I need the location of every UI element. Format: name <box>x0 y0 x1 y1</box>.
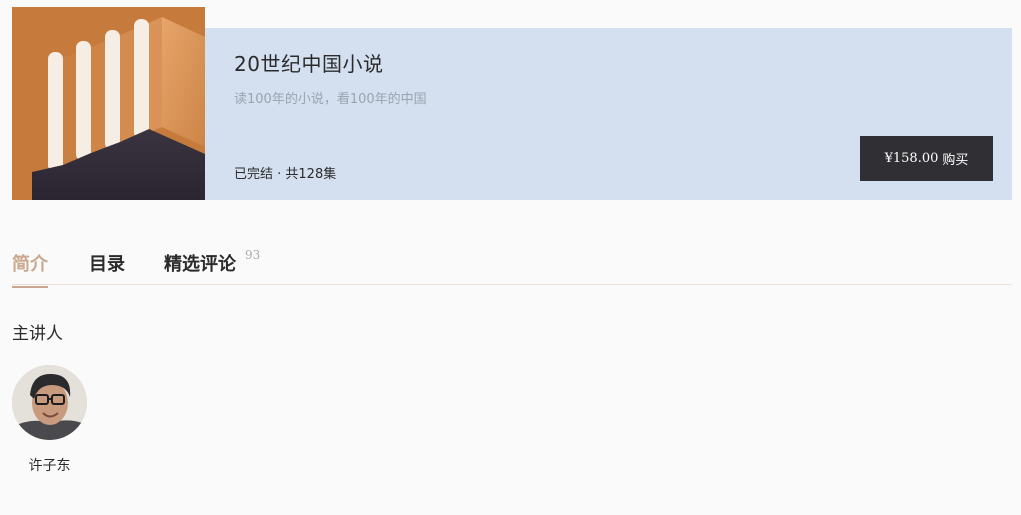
lecturer-avatar-icon <box>12 365 87 440</box>
tab-intro[interactable]: 简介 <box>12 250 48 288</box>
price-label: ¥158.00 <box>884 151 939 166</box>
tab-bar: 简介 目录 精选评论 93 <box>12 246 1012 288</box>
lecturer-avatar[interactable] <box>12 365 87 440</box>
course-status: 已完结 · 共128集 <box>234 167 337 182</box>
reviews-count-badge: 93 <box>245 248 261 262</box>
course-subtitle: 读100年的小说，看100年的中国 <box>234 92 427 107</box>
buy-label: 购买 <box>942 153 969 168</box>
lecturer-name[interactable]: 许子东 <box>12 455 87 475</box>
course-title: 20世纪中国小说 <box>234 52 384 76</box>
lecturer-section-heading: 主讲人 <box>12 324 63 344</box>
buy-button[interactable]: ¥158.00 购买 <box>860 136 993 181</box>
tab-catalog[interactable]: 目录 <box>89 250 125 286</box>
tab-reviews[interactable]: 精选评论 <box>164 250 236 286</box>
course-cover-image <box>12 7 205 200</box>
cover-art-icon <box>12 7 205 200</box>
